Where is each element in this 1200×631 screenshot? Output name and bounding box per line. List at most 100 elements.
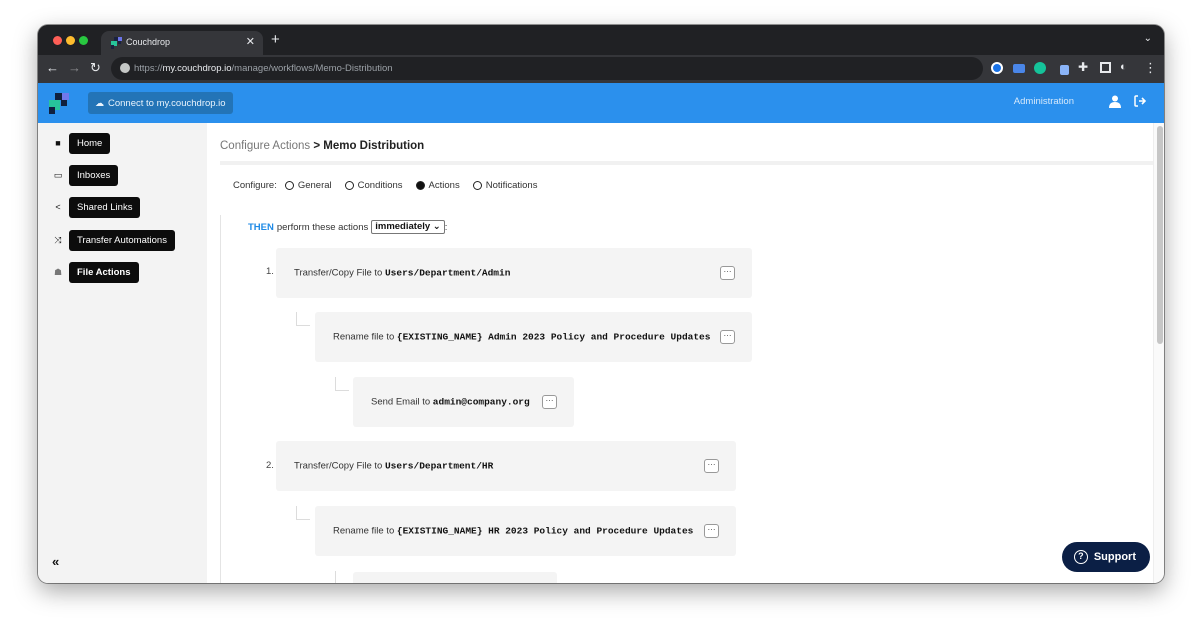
tab-actions[interactable]: Actions bbox=[416, 180, 460, 191]
url-scheme: https:// bbox=[134, 63, 163, 74]
folder-icon: ■ bbox=[52, 138, 64, 148]
profile-icon[interactable]: ◐ bbox=[1120, 61, 1127, 73]
action-value: Users/Department/HR bbox=[385, 461, 493, 472]
then-suffix: : bbox=[445, 222, 448, 233]
action-label: Rename file to bbox=[333, 332, 394, 343]
sidebar-item-file-actions[interactable]: ☗ File Actions bbox=[52, 262, 139, 282]
browser-toolbar: ← → ↻ https://my.couchdrop.io/manage/wor… bbox=[38, 55, 1164, 83]
close-window-button[interactable] bbox=[53, 36, 62, 45]
breadcrumb: Configure Actions > Memo Distribution bbox=[220, 140, 424, 152]
action-card-transfer[interactable]: Transfer/Copy File to Users/Department/H… bbox=[276, 441, 736, 491]
tab-general[interactable]: General bbox=[285, 180, 332, 191]
browser-window: Couchdrop ✕ + ⌄ ← → ↻ https://my.couchdr… bbox=[38, 25, 1164, 583]
connect-button[interactable]: ☁Connect to my.couchdrop.io bbox=[88, 92, 233, 114]
help-circle-icon: ? bbox=[1074, 550, 1088, 564]
more-options-button[interactable]: ··· bbox=[704, 524, 719, 538]
browser-tab[interactable]: Couchdrop ✕ bbox=[101, 31, 263, 55]
minimize-window-button[interactable] bbox=[66, 36, 75, 45]
couchdrop-favicon-icon bbox=[110, 37, 122, 49]
address-bar[interactable]: https://my.couchdrop.io/manage/workflows… bbox=[111, 57, 983, 80]
action-text: Transfer/Copy File to Users/Department/A… bbox=[294, 268, 510, 279]
action-card-rename[interactable]: Rename file to {EXISTING_NAME} HR 2023 P… bbox=[315, 506, 736, 556]
tab-label: Conditions bbox=[358, 180, 403, 191]
support-label: Support bbox=[1094, 551, 1136, 563]
actions-rail bbox=[220, 215, 221, 583]
sidebar-item-label: File Actions bbox=[69, 262, 139, 283]
new-tab-button[interactable]: + bbox=[271, 32, 280, 47]
timing-value: immediately bbox=[375, 221, 430, 232]
inbox-icon: ▭ bbox=[52, 170, 64, 181]
radio-icon bbox=[473, 181, 482, 190]
page-scrollbar[interactable] bbox=[1153, 123, 1164, 583]
sidebar-item-transfer-automations[interactable]: ⤨ Transfer Automations bbox=[52, 230, 175, 250]
action-label: Send Email to bbox=[371, 397, 430, 408]
tab-extension-icon[interactable] bbox=[1013, 64, 1025, 73]
1password-icon[interactable] bbox=[991, 62, 1003, 74]
more-options-button[interactable]: ··· bbox=[720, 266, 735, 280]
child-connector-icon bbox=[296, 312, 310, 326]
forward-button[interactable]: → bbox=[68, 60, 81, 76]
timing-select[interactable]: immediately ⌄ bbox=[371, 220, 445, 234]
tab-close-icon[interactable]: ✕ bbox=[246, 35, 255, 48]
action-card-rename[interactable]: Rename file to {EXISTING_NAME} Admin 202… bbox=[315, 312, 752, 362]
action-text: Send Email to admin@company.org bbox=[371, 397, 530, 408]
child-connector-icon bbox=[335, 571, 349, 583]
action-card-transfer[interactable]: Transfer/Copy File to Users/Department/A… bbox=[276, 248, 752, 298]
action-card-partial[interactable] bbox=[353, 572, 557, 583]
more-options-button[interactable]: ··· bbox=[704, 459, 719, 473]
more-options-button[interactable]: ··· bbox=[720, 330, 735, 344]
support-button[interactable]: ? Support bbox=[1062, 542, 1150, 572]
action-text: Rename file to {EXISTING_NAME} Admin 202… bbox=[333, 332, 710, 343]
robot-icon: ☗ bbox=[52, 267, 64, 278]
couchdrop-logo[interactable] bbox=[46, 91, 72, 117]
sidebar-item-label: Inboxes bbox=[69, 165, 118, 186]
shuffle-icon: ⤨ bbox=[52, 235, 64, 246]
chevron-down-icon: ⌄ bbox=[433, 221, 441, 232]
sidebar-item-label: Transfer Automations bbox=[69, 230, 175, 251]
action-label: Rename file to bbox=[333, 526, 394, 537]
more-options-button[interactable]: ··· bbox=[542, 395, 557, 409]
connect-label: Connect to my.couchdrop.io bbox=[108, 98, 226, 109]
tab-conditions[interactable]: Conditions bbox=[345, 180, 403, 191]
breadcrumb-parent[interactable]: Configure Actions bbox=[220, 140, 310, 152]
app-header: ☁Connect to my.couchdrop.io Administrati… bbox=[38, 83, 1164, 123]
site-info-icon[interactable] bbox=[120, 63, 130, 73]
tab-label: General bbox=[298, 180, 332, 191]
configure-label: Configure: bbox=[233, 180, 277, 191]
then-keyword: THEN bbox=[248, 222, 274, 233]
sidepanel-icon[interactable] bbox=[1100, 62, 1111, 73]
then-text: perform these actions bbox=[277, 222, 368, 233]
child-connector-icon bbox=[296, 506, 310, 520]
administration-link[interactable]: Administration bbox=[1014, 96, 1074, 107]
cloud-upload-icon: ☁ bbox=[95, 92, 106, 114]
url-text[interactable]: https://my.couchdrop.io/manage/workflows… bbox=[134, 63, 393, 74]
collapse-sidebar-icon[interactable]: « bbox=[52, 554, 59, 569]
user-icon[interactable] bbox=[1109, 95, 1121, 108]
radio-icon bbox=[285, 181, 294, 190]
action-card-email[interactable]: Send Email to admin@company.org ··· bbox=[353, 377, 574, 427]
divider bbox=[220, 161, 1153, 165]
puzzle-icon[interactable]: ✚ bbox=[1078, 60, 1088, 74]
scrollbar-thumb[interactable] bbox=[1157, 126, 1163, 344]
sidebar-item-inboxes[interactable]: ▭ Inboxes bbox=[52, 165, 118, 185]
action-number: 1. bbox=[266, 266, 274, 277]
then-statement: THEN perform these actions immediately ⌄… bbox=[248, 220, 447, 234]
radio-icon bbox=[345, 181, 354, 190]
maximize-window-button[interactable] bbox=[79, 36, 88, 45]
action-label: Transfer/Copy File to bbox=[294, 268, 382, 279]
reload-button[interactable]: ↻ bbox=[90, 60, 101, 76]
tab-notifications[interactable]: Notifications bbox=[473, 180, 538, 191]
logout-icon[interactable] bbox=[1134, 95, 1146, 107]
menu-icon[interactable]: ⋮ bbox=[1144, 60, 1157, 76]
sidebar-item-home[interactable]: ■ Home bbox=[52, 133, 110, 153]
tab-search-chevron-icon[interactable]: ⌄ bbox=[1144, 33, 1152, 44]
sidebar-item-label: Home bbox=[69, 133, 110, 154]
color-picker-icon[interactable] bbox=[1060, 65, 1069, 75]
grammarly-icon[interactable] bbox=[1034, 62, 1046, 74]
breadcrumb-current: Memo Distribution bbox=[323, 140, 424, 152]
sidebar-item-shared-links[interactable]: < Shared Links bbox=[52, 197, 140, 217]
back-button[interactable]: ← bbox=[46, 60, 59, 76]
main-content: Configure Actions > Memo Distribution Co… bbox=[207, 123, 1153, 583]
action-value: {EXISTING_NAME} Admin 2023 Policy and Pr… bbox=[397, 332, 711, 343]
action-value: Users/Department/Admin bbox=[385, 268, 510, 279]
